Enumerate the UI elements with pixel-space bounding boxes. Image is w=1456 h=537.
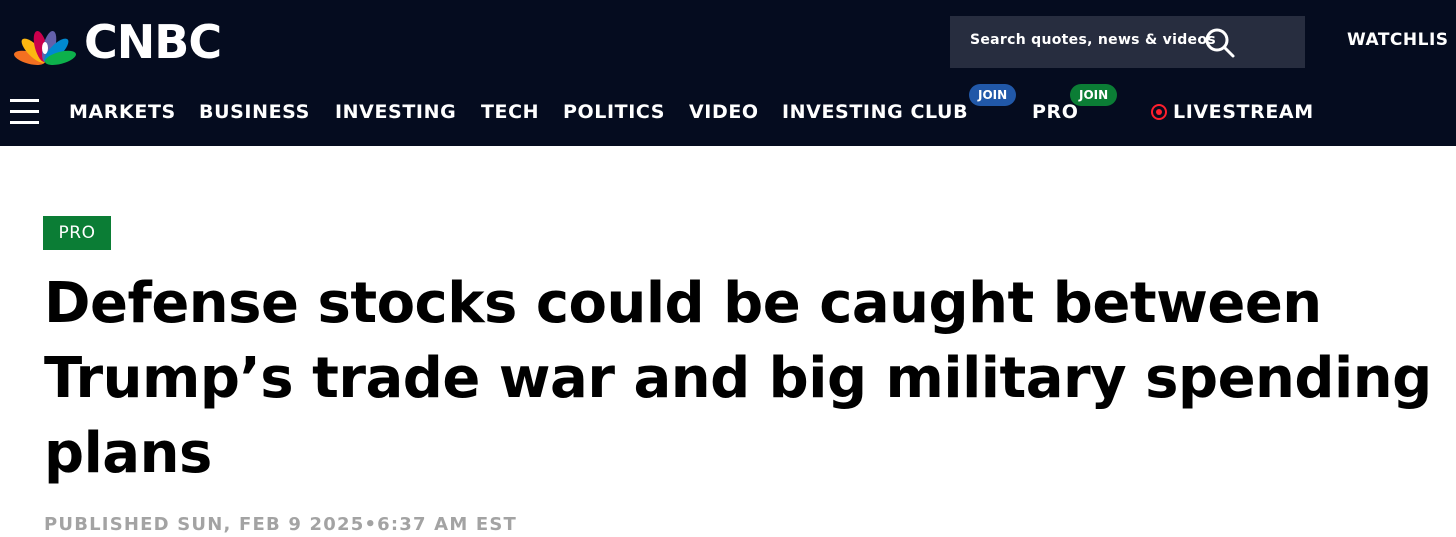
search-input[interactable]: Search quotes, news & videos xyxy=(970,32,1216,48)
nav-item-markets[interactable]: MARKETS xyxy=(69,101,176,123)
nav-item-investing[interactable]: INVESTING xyxy=(335,101,456,123)
watchlist-link[interactable]: WATCHLIS xyxy=(1347,30,1449,50)
pro-join-badge[interactable]: JOIN xyxy=(1070,84,1118,106)
nav-item-tech[interactable]: TECH xyxy=(481,101,539,123)
investing-club-join-badge[interactable]: JOIN xyxy=(969,84,1017,106)
logo-wordmark: CNBC xyxy=(84,15,222,69)
live-dot-icon xyxy=(1151,104,1167,120)
nav-item-politics[interactable]: POLITICS xyxy=(563,101,665,123)
menu-icon[interactable] xyxy=(10,99,39,125)
nav-item-investing-club[interactable]: INVESTING CLUB xyxy=(782,101,968,123)
peacock-logo-icon xyxy=(14,31,76,65)
site-header: CNBC Search quotes, news & videos WATCHL… xyxy=(0,0,1456,146)
pro-badge[interactable]: PRO xyxy=(43,216,111,250)
article-headline: Defense stocks could be caught between T… xyxy=(44,271,1432,486)
cnbc-logo[interactable]: CNBC xyxy=(8,15,222,69)
nav-item-video[interactable]: VIDEO xyxy=(689,101,759,123)
nav-item-livestream[interactable]: LIVESTREAM xyxy=(1173,101,1314,123)
published-timestamp: PUBLISHED SUN, FEB 9 2025•6:37 AM EST xyxy=(44,514,518,535)
nav-item-business[interactable]: BUSINESS xyxy=(199,101,310,123)
search-box[interactable]: Search quotes, news & videos xyxy=(950,16,1305,68)
nav-item-pro[interactable]: PRO xyxy=(1032,101,1079,123)
search-icon[interactable] xyxy=(1204,27,1236,59)
